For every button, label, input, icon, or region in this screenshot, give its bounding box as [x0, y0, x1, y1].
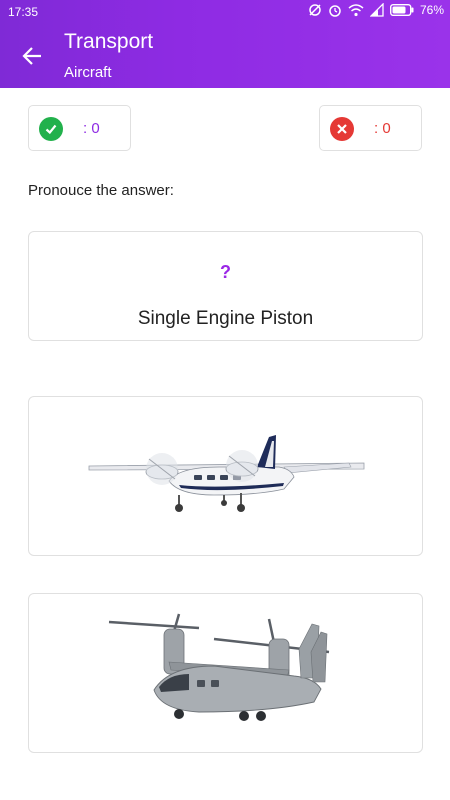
correct-score-box: : 0	[28, 105, 131, 151]
battery-icon	[389, 4, 414, 16]
status-icons: 76%	[308, 3, 444, 17]
app-header: 17:35 76% Transport Aircraft	[0, 0, 450, 88]
status-time: 17:35	[8, 5, 39, 19]
question-mark: ?	[220, 262, 231, 282]
question-card: ? Single Engine Piston	[28, 231, 423, 341]
cancel-circle-icon	[330, 117, 354, 141]
twin-engine-plane-image	[88, 435, 365, 512]
arrow-back-icon	[22, 47, 41, 65]
option-card-tiltrotor-aircraft[interactable]	[28, 593, 423, 753]
option-card-twin-engine-plane[interactable]	[28, 396, 423, 556]
app-bar: Transport Aircraft	[0, 24, 450, 88]
wifi-icon	[348, 4, 364, 17]
page-subtitle: Aircraft	[64, 64, 112, 81]
wrong-count: : 0	[374, 120, 391, 137]
check-circle-icon	[39, 117, 63, 141]
tiltrotor-aircraft-image	[108, 613, 330, 721]
sync-off-icon	[309, 4, 321, 16]
signal-icon	[369, 3, 384, 17]
battery-percent: 76%	[419, 3, 444, 17]
prompt-text: Pronouce the answer:	[28, 182, 174, 199]
answer-text: Single Engine Piston	[137, 308, 314, 329]
correct-count: : 0	[83, 120, 100, 137]
status-bar: 17:35 76%	[0, 0, 450, 24]
wrong-score-box: : 0	[319, 105, 422, 151]
alarm-icon	[329, 5, 341, 17]
page-title: Transport	[64, 30, 154, 53]
back-button[interactable]	[14, 38, 50, 74]
